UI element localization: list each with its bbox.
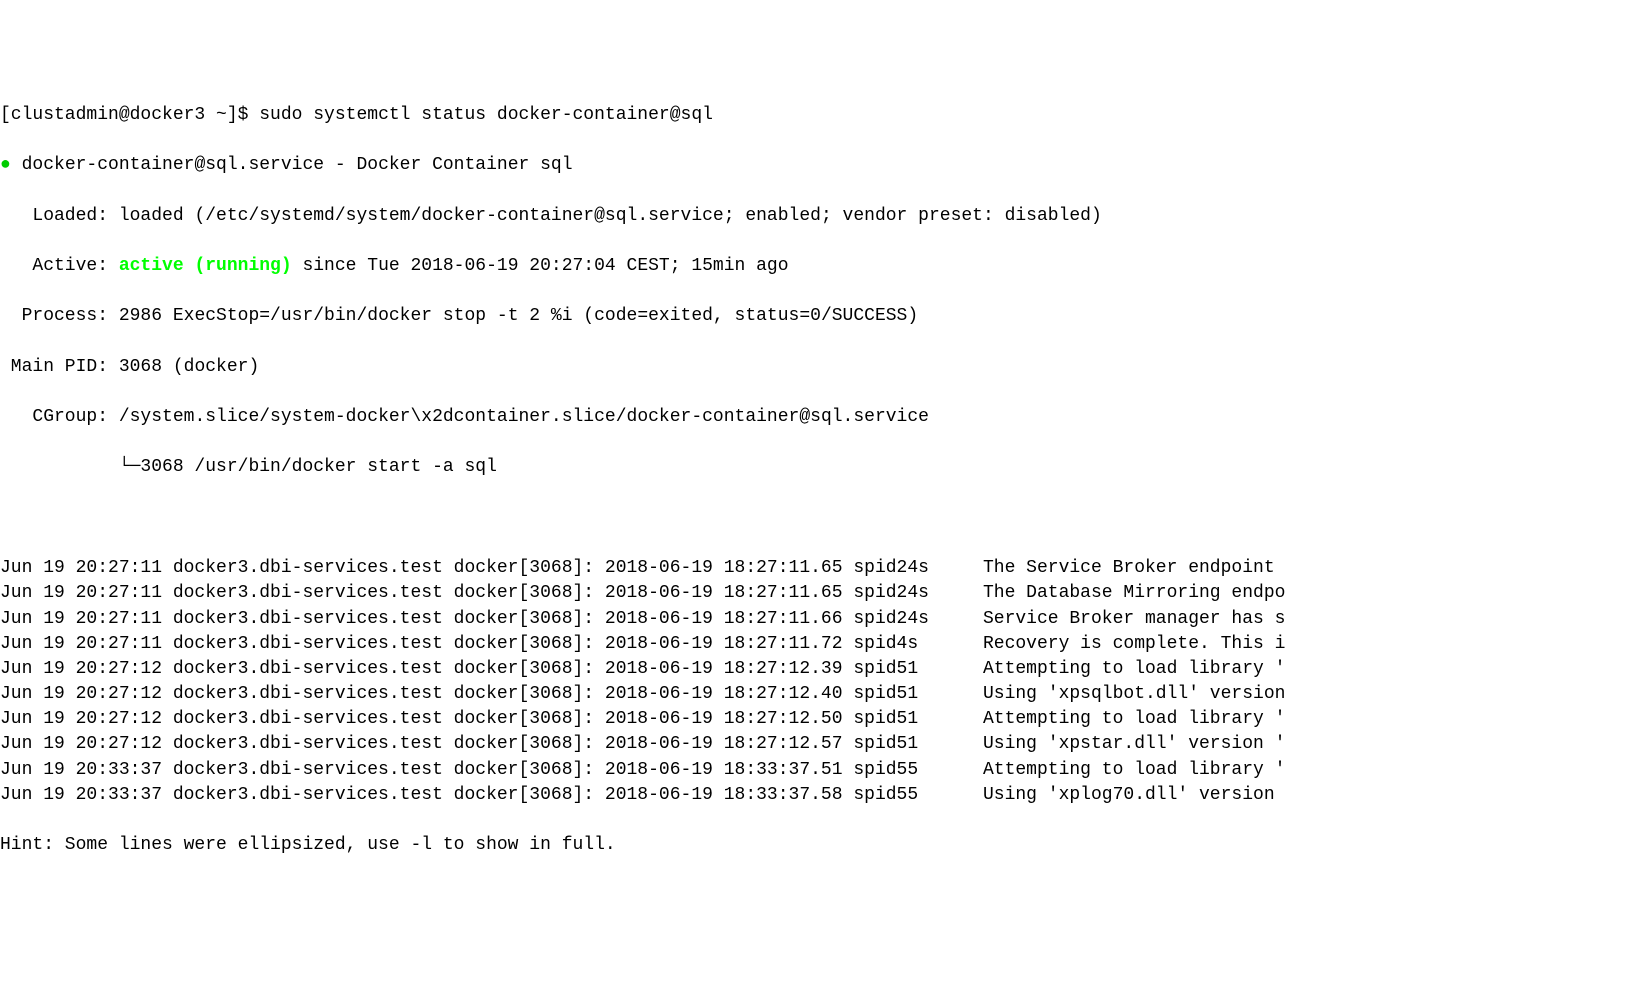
log-line: Jun 19 20:27:12 docker3.dbi-services.tes… bbox=[0, 732, 1636, 757]
hint-line: Hint: Some lines were ellipsized, use -l… bbox=[0, 833, 1636, 858]
log-prefix: Jun 19 20:33:37 docker3.dbi-services.tes… bbox=[0, 785, 983, 805]
log-line: Jun 19 20:27:12 docker3.dbi-services.tes… bbox=[0, 657, 1636, 682]
shell-prompt: [clustadmin@docker3 ~]$ bbox=[0, 105, 259, 125]
log-prefix: Jun 19 20:27:11 docker3.dbi-services.tes… bbox=[0, 583, 983, 603]
process-line: Process: 2986 ExecStop=/usr/bin/docker s… bbox=[0, 304, 1636, 329]
unit-header-line: ● docker-container@sql.service - Docker … bbox=[0, 153, 1636, 178]
log-prefix: Jun 19 20:27:11 docker3.dbi-services.tes… bbox=[0, 558, 983, 578]
log-line: Jun 19 20:27:11 docker3.dbi-services.tes… bbox=[0, 632, 1636, 657]
shell-command[interactable]: sudo systemctl status docker-container@s… bbox=[259, 105, 713, 125]
cgroup-line: CGroup: /system.slice/system-docker\x2dc… bbox=[0, 405, 1636, 430]
log-line: Jun 19 20:33:37 docker3.dbi-services.tes… bbox=[0, 783, 1636, 808]
log-message: The Service Broker endpoint bbox=[983, 558, 1285, 578]
unit-name: docker-container@sql.service - Docker Co… bbox=[11, 155, 573, 175]
loaded-value: loaded (/etc/systemd/system/docker-conta… bbox=[119, 206, 1102, 226]
log-message: Attempting to load library ' bbox=[983, 659, 1285, 679]
process-label: Process: bbox=[0, 306, 119, 326]
mainpid-label: Main PID: bbox=[0, 357, 119, 377]
loaded-line: Loaded: loaded (/etc/systemd/system/dock… bbox=[0, 204, 1636, 229]
status-dot-icon: ● bbox=[0, 155, 11, 175]
log-message: Attempting to load library ' bbox=[983, 760, 1285, 780]
active-since: since Tue 2018-06-19 20:27:04 CEST; 15mi… bbox=[292, 256, 789, 276]
log-line: Jun 19 20:27:12 docker3.dbi-services.tes… bbox=[0, 682, 1636, 707]
log-message: Using 'xpsqlbot.dll' version bbox=[983, 684, 1285, 704]
log-line: Jun 19 20:27:11 docker3.dbi-services.tes… bbox=[0, 581, 1636, 606]
log-message: Service Broker manager has s bbox=[983, 609, 1285, 629]
loaded-label: Loaded: bbox=[0, 206, 119, 226]
blank-line bbox=[0, 506, 1636, 531]
cgroup-child-value: └─3068 /usr/bin/docker start -a sql bbox=[0, 457, 497, 477]
log-prefix: Jun 19 20:27:11 docker3.dbi-services.tes… bbox=[0, 634, 983, 654]
log-prefix: Jun 19 20:27:12 docker3.dbi-services.tes… bbox=[0, 684, 983, 704]
prompt-line: [clustadmin@docker3 ~]$ sudo systemctl s… bbox=[0, 103, 1636, 128]
log-message: Using 'xplog70.dll' version bbox=[983, 785, 1285, 805]
log-message: Using 'xpstar.dll' version ' bbox=[983, 734, 1285, 754]
mainpid-value: 3068 (docker) bbox=[119, 357, 259, 377]
log-line: Jun 19 20:27:12 docker3.dbi-services.tes… bbox=[0, 707, 1636, 732]
log-output: Jun 19 20:27:11 docker3.dbi-services.tes… bbox=[0, 556, 1636, 808]
log-prefix: Jun 19 20:27:11 docker3.dbi-services.tes… bbox=[0, 609, 983, 629]
log-line: Jun 19 20:33:37 docker3.dbi-services.tes… bbox=[0, 758, 1636, 783]
active-state: active (running) bbox=[119, 256, 292, 276]
log-message: Recovery is complete. This i bbox=[983, 634, 1285, 654]
log-prefix: Jun 19 20:27:12 docker3.dbi-services.tes… bbox=[0, 709, 983, 729]
mainpid-line: Main PID: 3068 (docker) bbox=[0, 355, 1636, 380]
log-line: Jun 19 20:27:11 docker3.dbi-services.tes… bbox=[0, 556, 1636, 581]
log-prefix: Jun 19 20:27:12 docker3.dbi-services.tes… bbox=[0, 659, 983, 679]
hint-text: Hint: Some lines were ellipsized, use -l… bbox=[0, 835, 616, 855]
cgroup-child-line: └─3068 /usr/bin/docker start -a sql bbox=[0, 455, 1636, 480]
log-message: The Database Mirroring endpo bbox=[983, 583, 1285, 603]
log-prefix: Jun 19 20:33:37 docker3.dbi-services.tes… bbox=[0, 760, 983, 780]
log-message: Attempting to load library ' bbox=[983, 709, 1285, 729]
cgroup-label: CGroup: bbox=[0, 407, 119, 427]
process-value: 2986 ExecStop=/usr/bin/docker stop -t 2 … bbox=[119, 306, 918, 326]
log-line: Jun 19 20:27:11 docker3.dbi-services.tes… bbox=[0, 607, 1636, 632]
cgroup-value: /system.slice/system-docker\x2dcontainer… bbox=[119, 407, 929, 427]
active-line: Active: active (running) since Tue 2018-… bbox=[0, 254, 1636, 279]
log-prefix: Jun 19 20:27:12 docker3.dbi-services.tes… bbox=[0, 734, 983, 754]
active-label: Active: bbox=[0, 256, 119, 276]
